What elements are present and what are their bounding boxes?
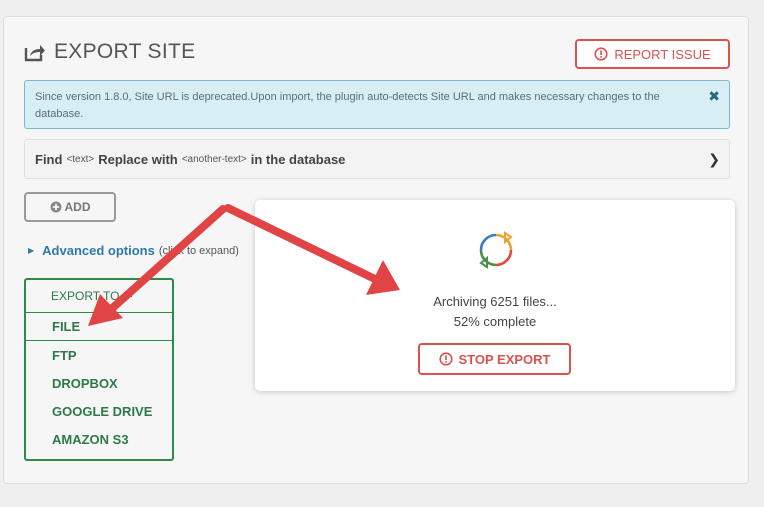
find-placeholder: <text> (66, 153, 95, 165)
report-issue-button[interactable]: REPORT ISSUE (575, 39, 730, 69)
export-progress-modal: Archiving 6251 files... 52% complete STO… (255, 200, 735, 391)
alert-circle-icon (438, 352, 453, 366)
add-button[interactable]: ADD (24, 192, 116, 222)
find-label: Find (35, 151, 63, 167)
advanced-options-label: Advanced options (42, 243, 155, 258)
find-replace-row[interactable]: Find <text> Replace with <another-text> … (24, 139, 730, 179)
replace-placeholder: <another-text> (181, 153, 247, 165)
export-to-dropdown[interactable]: EXPORT TO (26, 280, 172, 313)
stop-export-label: STOP EXPORT (458, 351, 551, 367)
plus-circle-icon (50, 201, 61, 213)
export-option-dropbox[interactable]: DROPBOX (26, 369, 172, 397)
export-option-ftp[interactable]: FTP (26, 341, 172, 369)
export-to-label: EXPORT TO (51, 289, 120, 303)
export-option-file[interactable]: FILE (26, 313, 172, 341)
export-to-menu: EXPORT TO FILE FTP DROPBOX GOOGLE DRIVE … (24, 278, 174, 461)
replace-label: Replace with (98, 151, 178, 167)
minus-icon (123, 295, 133, 297)
alert-circle-icon (594, 47, 608, 61)
notice-text: Since version 1.8.0, Site URL is depreca… (35, 91, 660, 120)
close-icon[interactable]: ✖ (708, 88, 720, 105)
page-title: EXPORT SITE (54, 40, 196, 63)
export-option-google-drive[interactable]: GOOGLE DRIVE (26, 397, 172, 425)
add-label: ADD (64, 200, 91, 214)
archiving-status: Archiving 6251 files... (433, 294, 557, 309)
caret-right-icon: ▶ (28, 246, 35, 255)
share-icon (24, 45, 45, 62)
sync-icon (479, 231, 513, 269)
progress-percent: 52% complete (453, 314, 537, 329)
page-header: EXPORT SITE (24, 39, 195, 65)
export-option-amazon-s3[interactable]: AMAZON S3 (26, 425, 172, 453)
report-issue-label: REPORT ISSUE (614, 46, 711, 62)
database-label: in the database (250, 151, 346, 167)
chevron-right-icon[interactable]: ❯ (708, 151, 720, 168)
advanced-options-toggle[interactable]: ▶ Advanced options (click to expand) (28, 243, 239, 258)
advanced-options-hint: (click to expand) (158, 244, 239, 257)
stop-export-button[interactable]: STOP EXPORT (418, 343, 571, 375)
deprecation-notice: Since version 1.8.0, Site URL is depreca… (24, 80, 730, 129)
